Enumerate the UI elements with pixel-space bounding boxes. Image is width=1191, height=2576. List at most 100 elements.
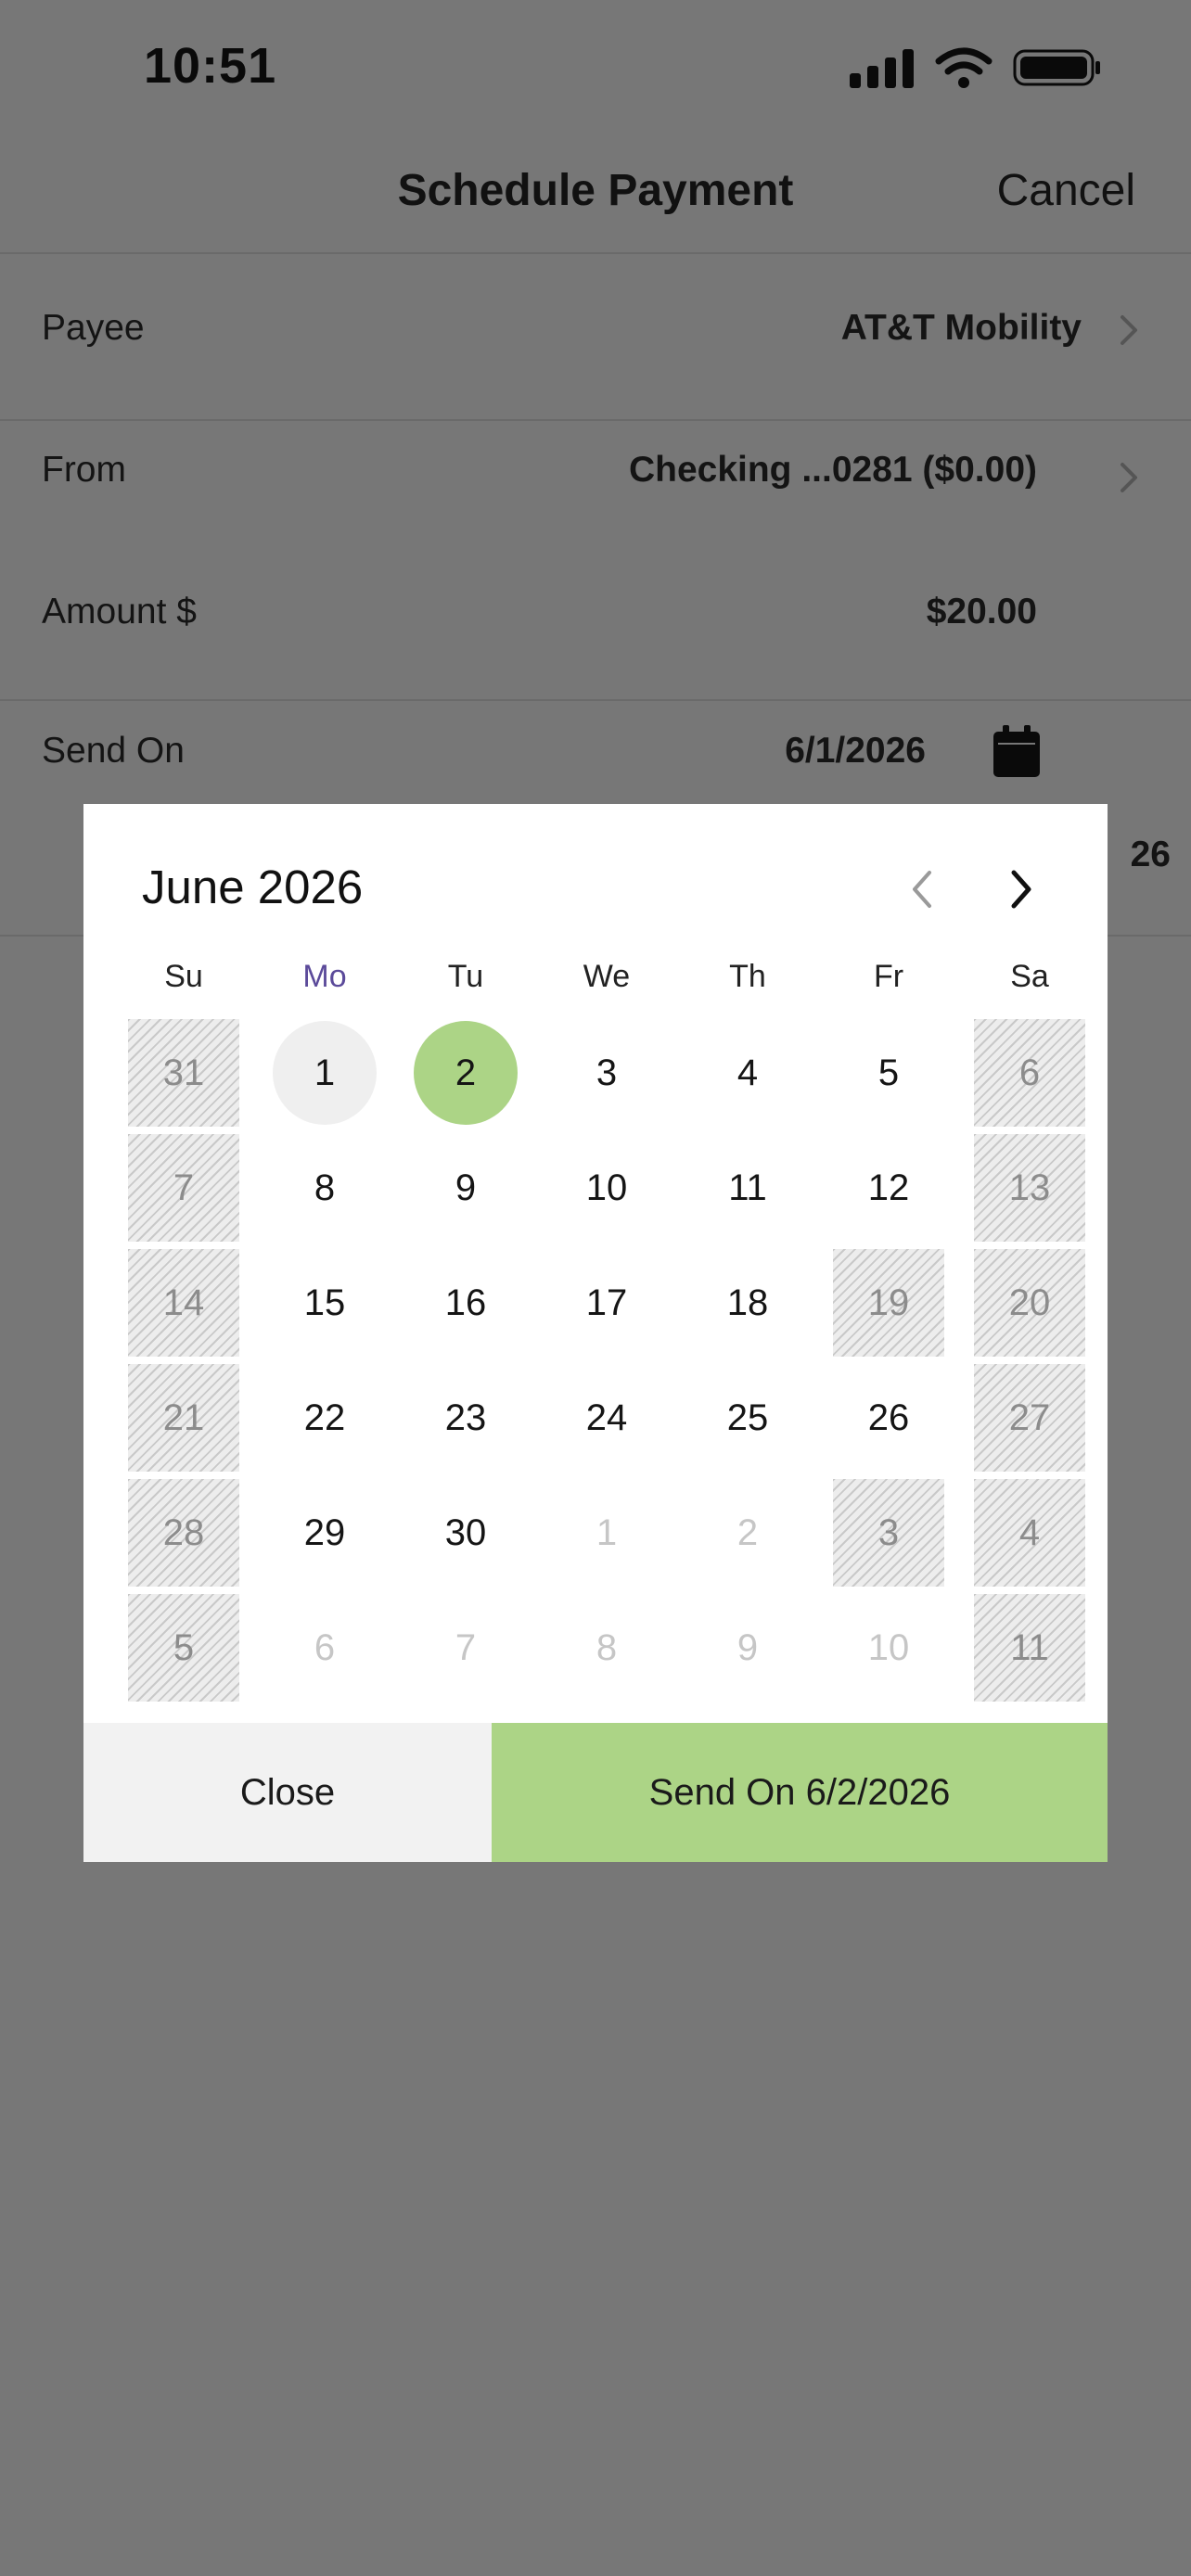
day-cell[interactable]: 15 bbox=[254, 1245, 395, 1360]
chevron-right-icon[interactable] bbox=[997, 861, 1044, 917]
chevron-right-icon bbox=[1121, 315, 1137, 345]
modal-footer: Close Send On 6/2/2026 bbox=[83, 1723, 1108, 1862]
day-number: 8 bbox=[596, 1626, 618, 1668]
day-cell: 4 bbox=[959, 1475, 1100, 1590]
day-cell[interactable]: 3 bbox=[536, 1015, 677, 1130]
day-cell: 2 bbox=[677, 1475, 818, 1590]
day-number: 7 bbox=[173, 1167, 195, 1208]
day-cell[interactable]: 29 bbox=[254, 1475, 395, 1590]
day-cell: 21 bbox=[113, 1360, 254, 1475]
day-cell[interactable]: 16 bbox=[395, 1245, 536, 1360]
day-number: 21 bbox=[162, 1396, 205, 1438]
calendar-icon[interactable] bbox=[993, 725, 1040, 777]
amount-label: Amount $ bbox=[42, 592, 197, 631]
day-number: 1 bbox=[596, 1511, 618, 1553]
day-cell: 7 bbox=[113, 1130, 254, 1245]
cancel-button[interactable]: Cancel bbox=[997, 165, 1135, 216]
day-cell[interactable]: 8 bbox=[254, 1130, 395, 1245]
battery-icon bbox=[1013, 49, 1100, 86]
day-number: 2 bbox=[455, 1052, 477, 1093]
day-number: 2 bbox=[736, 1511, 759, 1553]
day-cell[interactable]: 17 bbox=[536, 1245, 677, 1360]
date-picker-modal: June 2026 Su Mo Tu We Th Fr Sa 31 1 2 3 4 5 6 7 8 9 10 11… bbox=[83, 804, 1108, 1862]
day-number: 3 bbox=[877, 1511, 900, 1553]
day-number: 24 bbox=[585, 1396, 628, 1438]
day-cell: 14 bbox=[113, 1245, 254, 1360]
day-number: 9 bbox=[736, 1626, 759, 1668]
amount-row[interactable]: Amount $ $20.00 bbox=[0, 561, 1191, 700]
payee-row[interactable]: Payee AT&T Mobility bbox=[0, 260, 1191, 399]
weekday-label: Sa bbox=[1010, 959, 1049, 994]
day-number: 10 bbox=[867, 1626, 910, 1668]
signal-icon bbox=[850, 49, 914, 88]
day-cell[interactable]: 23 bbox=[395, 1360, 536, 1475]
day-number: 5 bbox=[173, 1626, 195, 1668]
weekday-header: Su Mo Tu We Th Fr Sa bbox=[113, 959, 1100, 1014]
day-number: 6 bbox=[1018, 1052, 1041, 1093]
day-cell[interactable]: 25 bbox=[677, 1360, 818, 1475]
day-number: 8 bbox=[314, 1167, 336, 1208]
day-number: 30 bbox=[444, 1511, 487, 1553]
day-number: 29 bbox=[303, 1511, 346, 1553]
send-on-button[interactable]: Send On 6/2/2026 bbox=[492, 1723, 1108, 1862]
status-bar: 10:51 bbox=[0, 0, 1191, 139]
day-cell: 8 bbox=[536, 1590, 677, 1705]
day-number: 15 bbox=[303, 1282, 346, 1323]
payee-value: AT&T Mobility bbox=[840, 308, 1082, 348]
day-cell[interactable]: 9 bbox=[395, 1130, 536, 1245]
day-cell[interactable]: 30 bbox=[395, 1475, 536, 1590]
day-number: 22 bbox=[303, 1396, 346, 1438]
day-cell[interactable]: 12 bbox=[818, 1130, 959, 1245]
day-cell: 20 bbox=[959, 1245, 1100, 1360]
wifi-icon bbox=[935, 47, 992, 88]
day-number: 23 bbox=[444, 1396, 487, 1438]
close-button[interactable]: Close bbox=[83, 1723, 492, 1862]
weekday-label: Mo bbox=[302, 959, 347, 994]
day-cell[interactable]: 26 bbox=[818, 1360, 959, 1475]
day-cell[interactable]: 22 bbox=[254, 1360, 395, 1475]
day-number: 7 bbox=[455, 1626, 477, 1668]
day-cell: 28 bbox=[113, 1475, 254, 1590]
day-cell[interactable]: 1 bbox=[254, 1015, 395, 1130]
day-cell: 6 bbox=[254, 1590, 395, 1705]
day-cell: 3 bbox=[818, 1475, 959, 1590]
weekday-label: We bbox=[583, 959, 631, 994]
day-cell: 10 bbox=[818, 1590, 959, 1705]
day-cell[interactable]: 11 bbox=[677, 1130, 818, 1245]
day-number: 5 bbox=[877, 1052, 900, 1093]
day-cell[interactable]: 10 bbox=[536, 1130, 677, 1245]
status-icons bbox=[850, 46, 1102, 89]
day-number: 19 bbox=[867, 1282, 910, 1323]
day-number: 28 bbox=[162, 1511, 205, 1553]
day-number: 26 bbox=[867, 1396, 910, 1438]
day-cell: 11 bbox=[959, 1590, 1100, 1705]
payee-label: Payee bbox=[42, 308, 145, 348]
weekday-label: Th bbox=[729, 959, 766, 994]
from-row[interactable]: From Checking ...0281 ($0.00) bbox=[0, 422, 1191, 561]
day-cell[interactable]: 4 bbox=[677, 1015, 818, 1130]
status-time: 10:51 bbox=[144, 38, 277, 94]
day-cell: 19 bbox=[818, 1245, 959, 1360]
day-number: 3 bbox=[596, 1052, 618, 1093]
day-cell[interactable]: 2 bbox=[395, 1015, 536, 1130]
calendar-month-label: June 2026 bbox=[142, 861, 364, 913]
day-number: 6 bbox=[314, 1626, 336, 1668]
send-on-label: Send On bbox=[42, 731, 185, 771]
day-cell[interactable]: 18 bbox=[677, 1245, 818, 1360]
day-number: 25 bbox=[726, 1396, 769, 1438]
day-number: 11 bbox=[728, 1167, 767, 1208]
day-number: 27 bbox=[1008, 1396, 1051, 1438]
day-number: 16 bbox=[444, 1282, 487, 1323]
calendar-grid: 31 1 2 3 4 5 6 7 8 9 10 11 12 13 14 15 16 17 18 19 20 21 22 23 2… bbox=[113, 1015, 1100, 1705]
weekday-label: Tu bbox=[447, 959, 484, 994]
chevron-left-icon[interactable] bbox=[900, 861, 946, 917]
day-number: 9 bbox=[455, 1167, 477, 1208]
day-number: 18 bbox=[726, 1282, 769, 1323]
day-number: 4 bbox=[1018, 1511, 1041, 1553]
from-value: Checking ...0281 ($0.00) bbox=[628, 450, 1037, 490]
day-cell: 27 bbox=[959, 1360, 1100, 1475]
day-number: 14 bbox=[162, 1282, 205, 1323]
day-cell[interactable]: 24 bbox=[536, 1360, 677, 1475]
day-cell: 9 bbox=[677, 1590, 818, 1705]
day-cell[interactable]: 5 bbox=[818, 1015, 959, 1130]
